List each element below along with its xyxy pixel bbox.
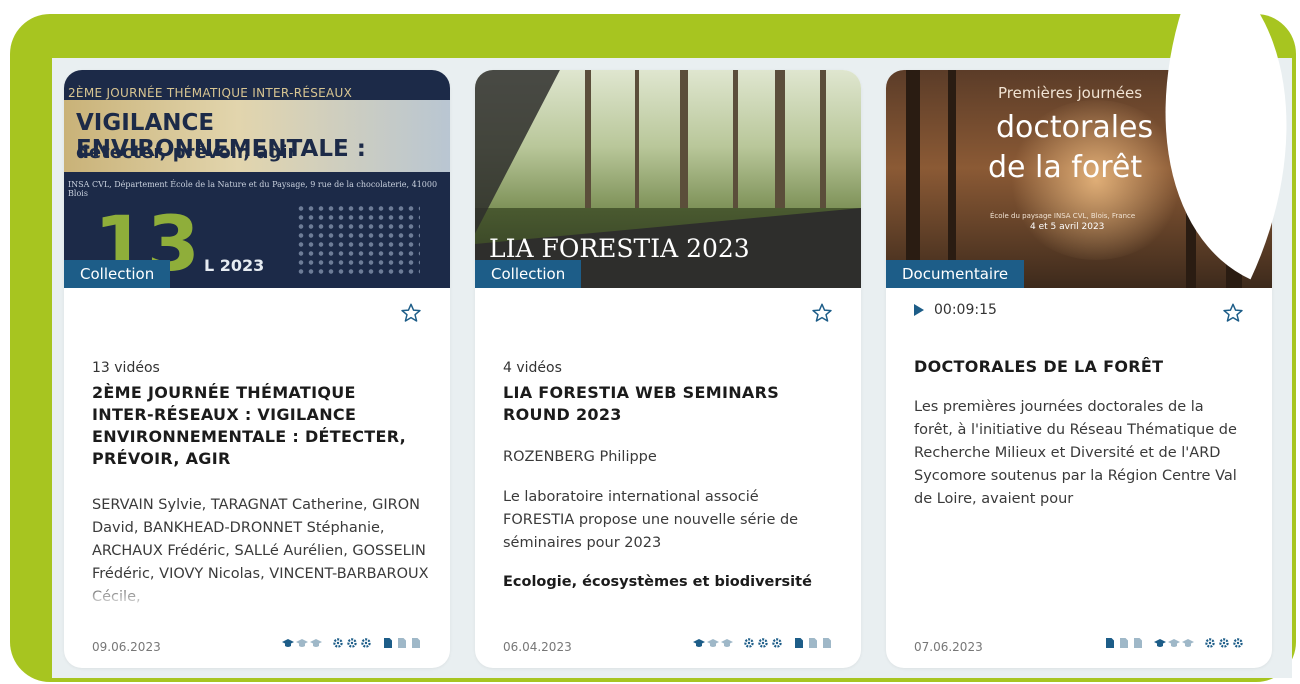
gear-icon (744, 638, 754, 648)
fade-overlay (92, 580, 432, 610)
document-icon (398, 638, 406, 648)
green-frame: 2ÈME JOURNÉE THÉMATIQUE INTER-RÉSEAUX VI… (10, 0, 1300, 682)
document-icon (1106, 638, 1114, 648)
gear-icon (1233, 638, 1243, 648)
document-icon (1134, 638, 1142, 648)
graduation-cap-icon (310, 639, 322, 647)
publish-date: 07.06.2023 (914, 640, 983, 654)
document-icon (823, 638, 831, 648)
collection-card[interactable]: LIA FORESTIA 2023 Collection 4 vidéos LI… (475, 70, 861, 668)
level-indicators (693, 637, 833, 649)
document-icon (412, 638, 420, 648)
thumbnail-text: École du paysage INSA CVL, Blois, France (990, 212, 1136, 220)
card-title[interactable]: 2ÈME JOURNÉE THÉMATIQUE INTER-RÉSEAUX : … (92, 382, 412, 470)
play-duration[interactable]: 00:09:15 (914, 302, 997, 318)
publish-date: 09.06.2023 (92, 640, 161, 654)
document-group (382, 637, 422, 649)
thumbnail-text: doctorales (996, 110, 1154, 145)
video-count: 13 vidéos (92, 360, 160, 376)
gear-icon (772, 638, 782, 648)
document-group (1104, 637, 1144, 649)
thumbnail-text: 4 et 5 avril 2023 (1030, 222, 1105, 232)
graduation-cap-icon (707, 639, 719, 647)
gear-group (332, 637, 372, 649)
type-badge: Documentaire (886, 260, 1025, 288)
card-grid: 2ÈME JOURNÉE THÉMATIQUE INTER-RÉSEAUX VI… (52, 58, 1292, 678)
card-title[interactable]: LIA FORESTIA WEB SEMINARS ROUND 2023 (503, 382, 823, 426)
card-thumbnail[interactable]: LIA FORESTIA 2023 Collection (475, 70, 861, 288)
gear-icon (758, 638, 768, 648)
graduation-cap-icon (721, 639, 733, 647)
type-badge: Collection (64, 260, 171, 288)
card-description: Le laboratoire international associé FOR… (503, 489, 799, 551)
graduation-cap-group (1154, 637, 1194, 649)
author-list: SERVAIN Sylvie, TARAGNAT Catherine, GIRO… (92, 494, 432, 610)
dot-pattern (296, 204, 420, 276)
graduation-cap-group (693, 637, 733, 649)
graduation-cap-icon (296, 639, 308, 647)
graduation-cap-icon (1154, 639, 1166, 647)
publish-date: 06.04.2023 (503, 640, 572, 654)
thumbnail-text: détecter, prévoir, agir (76, 142, 297, 163)
document-group (793, 637, 833, 649)
collection-card[interactable]: 2ÈME JOURNÉE THÉMATIQUE INTER-RÉSEAUX VI… (64, 70, 450, 668)
document-icon (795, 638, 803, 648)
thumbnail-text: L 2023 (204, 256, 265, 275)
thumbnail-text: INSA CVL, Département École de la Nature… (68, 180, 438, 198)
gear-group (743, 637, 783, 649)
tree-trunk (906, 70, 920, 288)
document-icon (384, 638, 392, 648)
author-list: ROZENBERG Philippe (503, 449, 657, 465)
gear-icon (1205, 638, 1215, 648)
star-icon[interactable] (811, 302, 833, 324)
card-title[interactable]: DOCTORALES DE LA FORÊT (914, 356, 1234, 378)
level-indicators (1104, 637, 1244, 649)
gear-icon (347, 638, 357, 648)
gear-icon (361, 638, 371, 648)
graduation-cap-icon (1182, 639, 1194, 647)
document-icon (1120, 638, 1128, 648)
graduation-cap-icon (1168, 639, 1180, 647)
play-icon[interactable] (914, 304, 924, 316)
thumbnail-text: de la forêt (988, 150, 1143, 185)
thumbnail-text: 2ÈME JOURNÉE THÉMATIQUE INTER-RÉSEAUX (68, 86, 353, 100)
star-icon[interactable] (400, 302, 422, 324)
graduation-cap-icon (282, 639, 294, 647)
gear-group (1204, 637, 1244, 649)
video-count: 4 vidéos (503, 360, 562, 376)
type-badge: Collection (475, 260, 582, 288)
thumbnail-text: Premières journées (998, 84, 1143, 102)
graduation-cap-group (282, 637, 322, 649)
level-indicators (282, 637, 422, 649)
document-icon (809, 638, 817, 648)
video-duration: 00:09:15 (934, 302, 997, 318)
tree-trunk (948, 70, 956, 288)
card-description: Les premières journées doctorales de la … (914, 399, 1237, 507)
card-thumbnail[interactable]: 2ÈME JOURNÉE THÉMATIQUE INTER-RÉSEAUX VI… (64, 70, 450, 288)
graduation-cap-icon (693, 639, 705, 647)
topic-tag[interactable]: Ecologie, écosystèmes et biodiversité (503, 574, 812, 590)
gear-icon (333, 638, 343, 648)
star-icon[interactable] (1222, 302, 1244, 324)
gear-icon (1219, 638, 1229, 648)
thumbnail-title: LIA FORESTIA 2023 (489, 234, 750, 263)
